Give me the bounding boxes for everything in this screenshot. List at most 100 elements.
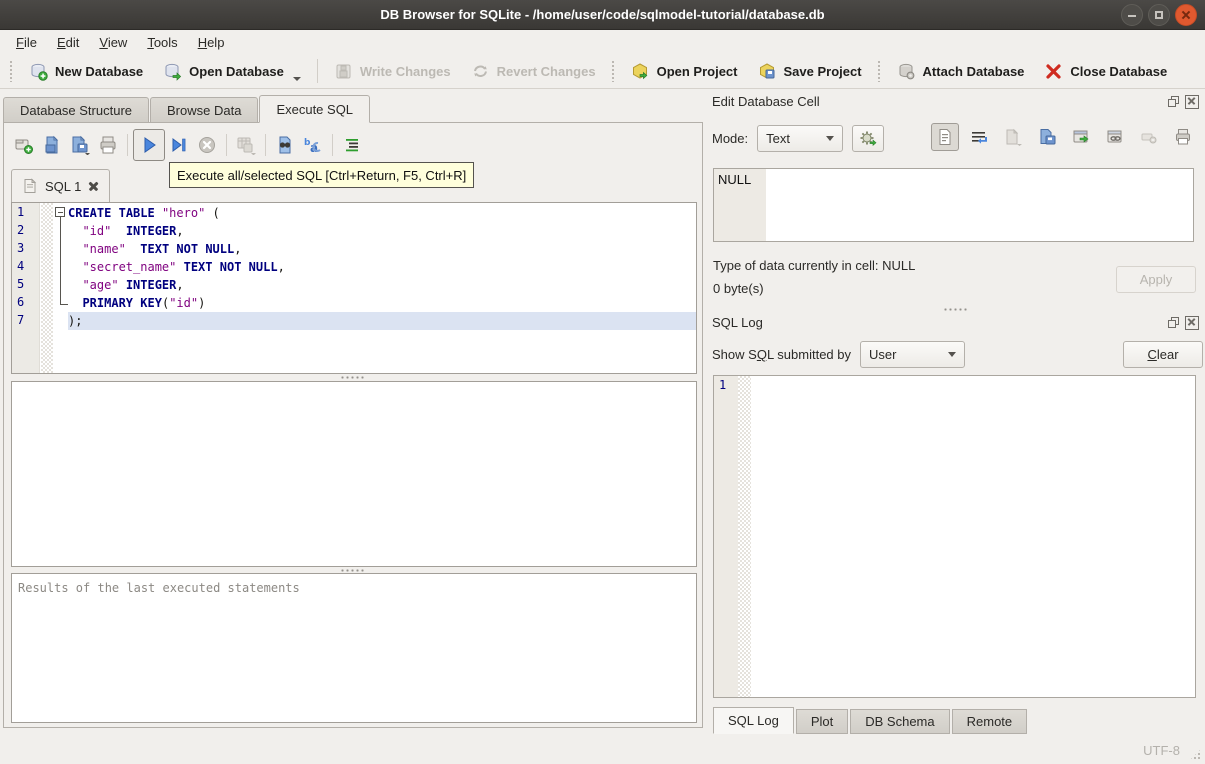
save-sql-file-icon bbox=[72, 135, 90, 155]
set-null-icon bbox=[1141, 133, 1157, 144]
revert-changes-label: Revert Changes bbox=[496, 63, 596, 79]
new-sql-tab-button[interactable] bbox=[10, 131, 38, 159]
titlebar[interactable]: DB Browser for SQLite - /home/user/code/… bbox=[0, 0, 1205, 30]
close-icon[interactable] bbox=[1175, 4, 1197, 26]
save-project-label: Save Project bbox=[783, 63, 862, 79]
set-null-button[interactable] bbox=[1135, 123, 1163, 151]
mode-select[interactable]: Text bbox=[757, 125, 844, 152]
close-database-button[interactable]: Close Database bbox=[1034, 56, 1177, 86]
open-project-button[interactable]: Open Project bbox=[621, 56, 748, 86]
find-button[interactable] bbox=[271, 131, 299, 159]
save-project-button[interactable]: Save Project bbox=[748, 56, 872, 86]
tab-db-schema[interactable]: DB Schema bbox=[850, 709, 950, 734]
revert-changes-button[interactable]: Revert Changes bbox=[461, 56, 606, 86]
autocomplete-button[interactable]: b a bbox=[299, 131, 327, 159]
format-icon bbox=[346, 139, 358, 152]
main-tab-bar: Database Structure Browse Data Execute S… bbox=[3, 95, 371, 123]
apply-button-label: Apply bbox=[1139, 272, 1173, 287]
code-line: "id" INTEGER, bbox=[82, 224, 184, 238]
auto-switch-mode-button[interactable] bbox=[852, 125, 885, 152]
toolbar-drag-handle[interactable] bbox=[9, 60, 14, 82]
sql-tab[interactable]: SQL 1 bbox=[11, 169, 111, 202]
open-external-button[interactable] bbox=[1067, 123, 1095, 151]
log-line-number: 1 bbox=[719, 378, 727, 392]
save-results-button[interactable] bbox=[232, 131, 260, 159]
tab-execute-sql[interactable]: Execute SQL bbox=[259, 95, 371, 123]
sql-tab-close-icon[interactable] bbox=[88, 181, 99, 192]
import-icon bbox=[1006, 128, 1022, 146]
log-filter-label: Show SQL submitted by bbox=[712, 347, 851, 362]
tab-plot[interactable]: Plot bbox=[795, 709, 849, 734]
sql-code[interactable]: CREATE TABLE "hero" ( "id" INTEGER, "nam… bbox=[68, 203, 696, 330]
apply-button[interactable]: Apply bbox=[1116, 266, 1196, 293]
save-sql-file-button[interactable] bbox=[66, 131, 94, 159]
log-line-number-gutter: 1 bbox=[714, 376, 738, 697]
attach-database-button[interactable]: Attach Database bbox=[887, 56, 1035, 86]
menu-file[interactable]: File bbox=[6, 32, 47, 53]
execute-all-icon bbox=[144, 137, 156, 153]
copy-link-button[interactable] bbox=[1101, 123, 1129, 151]
close-panel-icon[interactable] bbox=[1185, 94, 1199, 109]
open-project-icon bbox=[632, 62, 647, 79]
maximize-icon[interactable] bbox=[1148, 4, 1170, 26]
sql-toolbar-separator bbox=[265, 134, 266, 156]
write-changes-button[interactable]: Write Changes bbox=[324, 56, 461, 86]
sql-editor[interactable]: 1234567 CREATE TABLE "hero" ( "id" INTEG… bbox=[11, 202, 697, 374]
text-mode-button[interactable] bbox=[931, 123, 959, 151]
log-filter-select[interactable]: User bbox=[860, 341, 965, 368]
splitter-handle[interactable] bbox=[4, 374, 702, 380]
write-changes-label: Write Changes bbox=[359, 63, 451, 79]
mode-value: Text bbox=[766, 131, 790, 146]
fold-margin[interactable] bbox=[53, 203, 68, 373]
minimize-icon[interactable] bbox=[1121, 4, 1143, 26]
word-wrap-button[interactable] bbox=[965, 123, 993, 151]
results-grid-pane[interactable] bbox=[11, 381, 697, 567]
tab-remote[interactable]: Remote bbox=[951, 709, 1028, 734]
mode-label: Mode: bbox=[712, 131, 749, 146]
float-panel-icon[interactable] bbox=[1167, 95, 1181, 109]
tab-browse-data[interactable]: Browse Data bbox=[150, 97, 259, 123]
clear-button-label: Clear bbox=[1147, 347, 1179, 362]
open-sql-file-button[interactable] bbox=[38, 131, 66, 159]
tab-database-structure[interactable]: Database Structure bbox=[3, 97, 150, 123]
cell-size-info: 0 byte(s) bbox=[713, 281, 764, 296]
cell-value-editor[interactable]: NULL bbox=[713, 168, 1194, 242]
print-cell-button[interactable] bbox=[1169, 123, 1197, 151]
toolbar-drag-handle[interactable] bbox=[876, 60, 882, 82]
menu-view[interactable]: View bbox=[89, 32, 137, 53]
dock-splitter-handle[interactable] bbox=[706, 306, 1205, 312]
chevron-down-icon bbox=[948, 352, 956, 357]
new-database-button[interactable]: New Database bbox=[19, 56, 153, 86]
clear-log-button[interactable]: Clear bbox=[1123, 341, 1203, 368]
tab-sql-log[interactable]: SQL Log bbox=[713, 707, 794, 734]
export-cell-button[interactable] bbox=[1033, 123, 1061, 151]
import-cell-button[interactable] bbox=[999, 123, 1027, 151]
sql-log-view[interactable]: 1 bbox=[713, 375, 1196, 698]
close-panel-icon[interactable] bbox=[1185, 315, 1199, 330]
open-database-button[interactable]: Open Database bbox=[153, 56, 311, 86]
line-number-gutter: 1234567 bbox=[12, 203, 40, 373]
open-database-dropdown-icon[interactable] bbox=[292, 77, 301, 81]
stop-button[interactable] bbox=[193, 131, 221, 159]
toolbar-drag-handle[interactable] bbox=[610, 60, 616, 82]
fold-collapse-icon[interactable] bbox=[55, 207, 65, 217]
code-line: "name" TEXT NOT NULL, bbox=[82, 242, 242, 256]
format-sql-button[interactable] bbox=[338, 131, 366, 159]
new-database-label: New Database bbox=[55, 63, 144, 79]
menu-edit[interactable]: Edit bbox=[47, 32, 89, 53]
toolbar-separator bbox=[316, 59, 318, 83]
float-panel-icon[interactable] bbox=[1167, 316, 1181, 330]
window-title: DB Browser for SQLite - /home/user/code/… bbox=[380, 7, 825, 22]
sql-log-header: SQL Log bbox=[712, 315, 1199, 330]
new-sql-tab-icon bbox=[15, 139, 33, 154]
execute-line-button[interactable] bbox=[165, 131, 193, 159]
execute-sql-panel: b a SQL 1 1 2 3 4 5 6 7 CREATE TABLE "he… bbox=[3, 122, 703, 728]
menu-help[interactable]: Help bbox=[188, 32, 235, 53]
encoding-indicator[interactable]: UTF-8 bbox=[1143, 743, 1180, 758]
print-sql-button[interactable] bbox=[94, 131, 122, 159]
messages-pane[interactable]: Results of the last executed statements bbox=[11, 573, 697, 723]
resize-grip[interactable] bbox=[1189, 748, 1202, 761]
menu-tools[interactable]: Tools bbox=[137, 32, 187, 53]
sql-toolbar: b a bbox=[10, 128, 366, 162]
execute-all-button[interactable] bbox=[133, 129, 165, 161]
